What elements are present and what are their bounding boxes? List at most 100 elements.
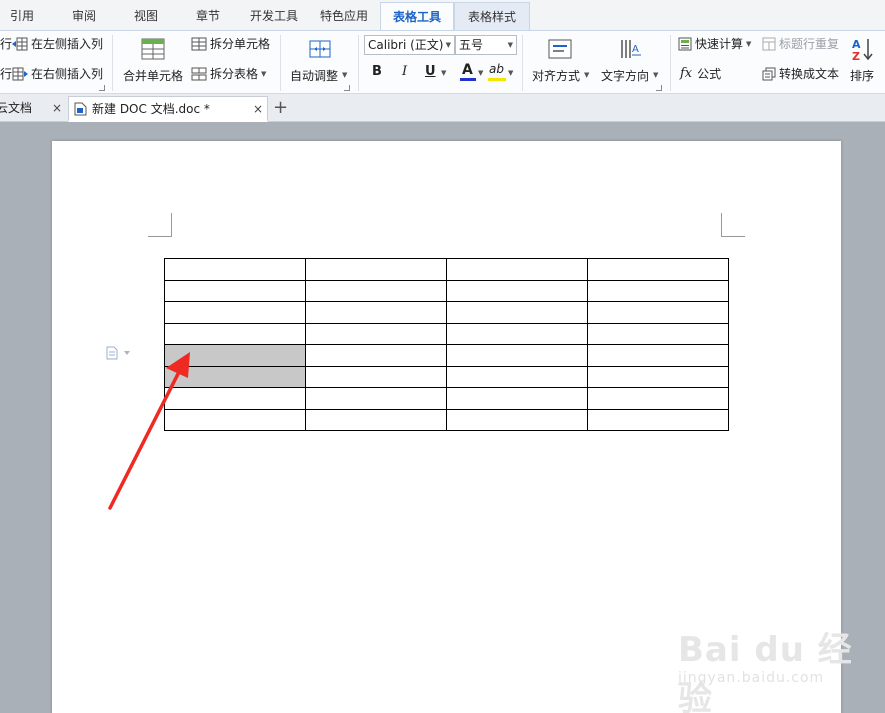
ribbon-separator (670, 35, 671, 91)
font-size-value: 五号 (459, 38, 484, 52)
table-cell[interactable] (587, 301, 729, 324)
table-cell[interactable] (164, 279, 306, 302)
doc-file-icon (74, 102, 87, 116)
sort-button[interactable]: AZ 排序 (846, 36, 880, 92)
ribbon-separator (358, 35, 359, 91)
table-cell[interactable] (305, 387, 447, 410)
table-cell[interactable] (587, 279, 729, 302)
merge-cells-icon (141, 38, 165, 60)
table-cell[interactable] (164, 258, 306, 281)
text-direction-button[interactable]: A 文字方向 ▼ (598, 36, 664, 92)
table-cell[interactable] (305, 408, 447, 431)
convert-to-text-button[interactable]: 转换成文本 (762, 65, 839, 82)
table-cell[interactable] (305, 365, 447, 388)
menu-tab-section[interactable]: 章节 (184, 2, 232, 30)
menu-tab-special-apps[interactable]: 特色应用 (314, 2, 374, 30)
table-cell[interactable] (305, 344, 447, 367)
menu-tab-developer[interactable]: 开发工具 (244, 2, 304, 30)
split-cells-icon (191, 37, 207, 50)
table-cell[interactable] (446, 301, 588, 324)
repeat-header-label: 标题行重复 (779, 37, 840, 51)
doc-tab-active-close-icon[interactable]: × (253, 97, 263, 121)
font-color-button[interactable]: A (460, 62, 476, 82)
table-cell[interactable] (305, 322, 447, 345)
ribbon-separator (112, 35, 113, 91)
menu-tab-review[interactable]: 审阅 (60, 2, 108, 30)
align-button[interactable]: 对齐方式 ▼ (528, 36, 592, 92)
table-cell[interactable] (446, 408, 588, 431)
underline-button[interactable]: U (425, 64, 436, 79)
table-cell[interactable] (305, 258, 447, 281)
insert-right-column-button[interactable]: 在右侧插入列 (12, 65, 103, 82)
table-cell[interactable] (587, 258, 729, 281)
ribbon-separator (522, 35, 523, 91)
table-cell[interactable] (305, 301, 447, 324)
split-table-button[interactable]: 拆分表格 ▼ (191, 65, 266, 82)
table-row (164, 279, 729, 302)
table-cell[interactable] (446, 387, 588, 410)
document-tab-bar: 云文档 × 新建 DOC 文档.doc * × + (0, 94, 885, 122)
repeat-header-button[interactable]: 标题行重复 (762, 35, 839, 52)
ribbon: 行 在左侧插入列 行 在右侧插入列 合并单元格 拆分单元格 拆分表格 ▼ 自动调… (0, 30, 885, 94)
merge-cells-button[interactable]: 合并单元格 (119, 36, 187, 92)
calculator-icon (678, 37, 692, 50)
doc-tab-cloud-close-icon[interactable]: × (52, 96, 62, 120)
auto-fit-button[interactable]: 自动调整 ▼ (286, 36, 352, 92)
menu-tab-reference[interactable]: 引用 (0, 2, 44, 30)
split-table-dropdown-icon: ▼ (261, 69, 267, 78)
split-table-label: 拆分表格 (210, 67, 259, 81)
formula-label: 公式 (697, 67, 722, 81)
table-cell[interactable] (587, 322, 729, 345)
ribbon-separator (280, 35, 281, 91)
highlight-button[interactable]: ab (488, 62, 506, 82)
sort-icon: AZ (852, 38, 873, 61)
highlight-dropdown-icon[interactable]: ▼ (508, 69, 513, 77)
split-table-icon (191, 67, 207, 80)
document-table[interactable] (164, 258, 729, 431)
margin-corner-top-right (721, 213, 745, 237)
new-tab-plus-icon[interactable]: + (273, 96, 288, 120)
menu-bar: 引用 审阅 视图 章节 开发工具 特色应用 表格工具 表格样式 (0, 0, 885, 30)
table-row (164, 322, 729, 345)
menu-tab-table-style[interactable]: 表格样式 (454, 2, 530, 30)
font-color-dropdown-icon[interactable]: ▼ (478, 69, 483, 77)
insert-below-row-label: 行 (0, 67, 13, 81)
table-cell[interactable] (446, 279, 588, 302)
table-cell[interactable] (587, 408, 729, 431)
split-cells-button[interactable]: 拆分单元格 (191, 35, 270, 52)
table-cell[interactable] (446, 258, 588, 281)
bold-button[interactable]: B (372, 64, 382, 79)
table-cell[interactable] (446, 322, 588, 345)
annotation-arrow-icon (108, 352, 190, 510)
font-color-label: A (462, 62, 473, 78)
font-name-select[interactable]: Calibri (正文) ▼ (364, 35, 455, 55)
insert-left-column-button[interactable]: 在左侧插入列 (12, 35, 103, 52)
auto-fit-group-launcher[interactable] (344, 85, 350, 91)
table-cell[interactable] (587, 365, 729, 388)
insert-above-row-button[interactable]: 行 (0, 35, 12, 52)
formula-button[interactable]: fx 公式 (680, 65, 721, 82)
auto-fit-icon (309, 40, 331, 58)
font-size-select[interactable]: 五号 ▼ (455, 35, 517, 55)
highlight-color-bar (488, 78, 506, 81)
table-cell[interactable] (587, 344, 729, 367)
table-cell[interactable] (587, 387, 729, 410)
table-cell[interactable] (446, 344, 588, 367)
insert-below-row-button[interactable]: 行 (0, 65, 12, 82)
table-cell[interactable] (305, 279, 447, 302)
table-cell[interactable] (164, 322, 306, 345)
table-row (164, 344, 729, 367)
menu-tab-view[interactable]: 视图 (122, 2, 170, 30)
align-group-launcher[interactable] (656, 85, 662, 91)
doc-tab-active[interactable]: 新建 DOC 文档.doc * × (68, 96, 268, 122)
underline-dropdown-icon[interactable]: ▼ (441, 69, 446, 77)
table-cell[interactable] (446, 365, 588, 388)
doc-tab-cloud[interactable]: 云文档 × (0, 96, 68, 122)
menu-tab-table-tools[interactable]: 表格工具 (380, 2, 454, 30)
sort-label: 排序 (850, 69, 875, 83)
table-cell[interactable] (164, 301, 306, 324)
quick-calc-button[interactable]: 快速计算 ▼ (678, 35, 751, 52)
insert-left-column-label: 在左侧插入列 (31, 37, 104, 51)
italic-button[interactable]: I (402, 64, 407, 79)
insert-group-launcher[interactable] (99, 85, 105, 91)
